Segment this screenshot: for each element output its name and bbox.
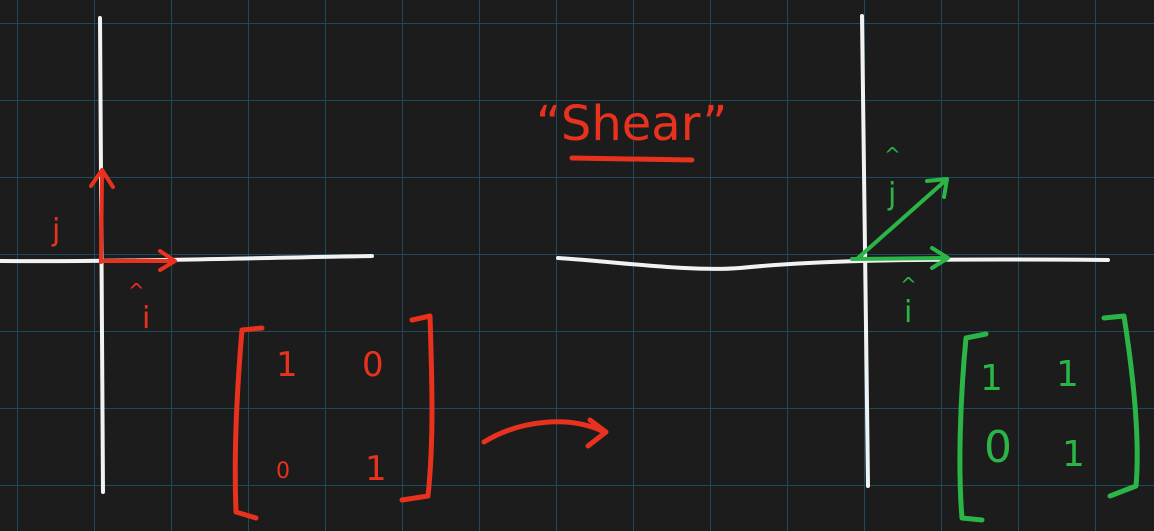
curved-arrow-icon: [481, 417, 609, 449]
shear-title: “Shear”: [536, 96, 727, 152]
right-matrix-a11: 1: [980, 358, 1003, 399]
left-matrix-a22: 1: [365, 449, 387, 489]
right-i-vector: [850, 256, 948, 261]
left-x-axis: [0, 254, 374, 264]
right-j-label: j: [887, 177, 896, 212]
left-matrix-a11: 1: [276, 345, 298, 385]
left-j-label: j: [51, 213, 60, 248]
left-axes: [0, 16, 374, 494]
right-matrix: 1 1 0 1: [957, 313, 1140, 523]
left-j-vector: [99, 170, 104, 264]
sketch-canvas: j ^ i 1 0 0 1 “Shear” ^ j ^ i 1 1 0 1: [0, 14, 1140, 523]
transform-arrow-shaft: [481, 419, 607, 445]
left-i-hat: ^: [128, 279, 145, 303]
right-matrix-a22: 1: [1062, 434, 1085, 475]
right-axes: [556, 14, 1110, 488]
right-i-hat: ^: [900, 273, 917, 297]
shear-title-underline: [569, 155, 695, 163]
right-x-axis: [556, 256, 1110, 271]
left-i-label: i: [142, 301, 150, 336]
right-matrix-bracket-right: [1101, 313, 1140, 499]
left-matrix-bracket-right: [399, 313, 435, 503]
left-matrix-bracket-left: [232, 325, 265, 521]
whiteboard: j ^ i 1 0 0 1 “Shear” ^ j ^ i 1 1 0 1: [0, 0, 1154, 531]
left-matrix: 1 0 0 1: [232, 313, 435, 521]
right-matrix-a12: 1: [1056, 354, 1079, 395]
left-matrix-a12: 0: [362, 345, 384, 385]
right-matrix-a21: 0: [984, 422, 1012, 473]
left-basis-vectors: [89, 168, 177, 272]
transform-arrow-head: [585, 417, 609, 449]
right-i-label: i: [904, 295, 912, 330]
right-j-hat: ^: [884, 143, 901, 167]
left-matrix-a21: 0: [276, 459, 290, 484]
